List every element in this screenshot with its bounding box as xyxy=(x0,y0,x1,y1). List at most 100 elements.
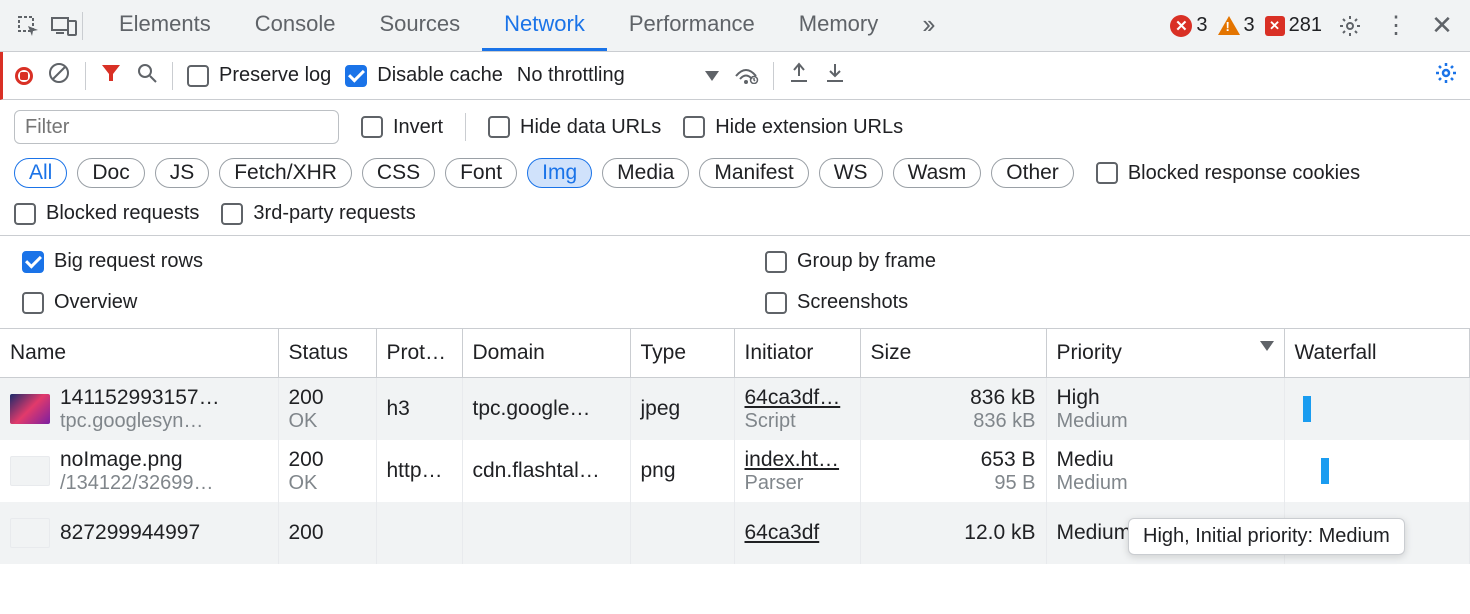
network-toolbar: Preserve log Disable cache No throttling xyxy=(0,52,1470,100)
cell-size: 653 B95 B xyxy=(860,440,1046,502)
col-protocol[interactable]: Prot… xyxy=(376,329,462,378)
cell-initiator: 64ca3df xyxy=(734,502,860,564)
throttling-select[interactable]: No throttling xyxy=(517,64,719,87)
col-type[interactable]: Type xyxy=(630,329,734,378)
cell-status: 200OK xyxy=(278,440,376,502)
tab-sources[interactable]: Sources xyxy=(357,0,482,51)
record-button[interactable] xyxy=(15,67,33,85)
pill-ws[interactable]: WS xyxy=(819,158,883,188)
hide-ext-urls-checkbox[interactable]: Hide extension URLs xyxy=(683,116,903,139)
pill-all[interactable]: All xyxy=(14,158,67,188)
col-priority-label: Priority xyxy=(1057,341,1122,364)
network-settings-icon[interactable] xyxy=(1434,61,1458,91)
devtools-topbar: Elements Console Sources Network Perform… xyxy=(0,0,1470,52)
tab-memory[interactable]: Memory xyxy=(777,0,900,51)
third-party-label: 3rd-party requests xyxy=(253,202,415,225)
tab-console[interactable]: Console xyxy=(233,0,358,51)
cell-type: jpeg xyxy=(630,378,734,441)
error-count[interactable]: ✕3 xyxy=(1170,14,1207,37)
device-toggle-icon[interactable] xyxy=(46,8,82,44)
warning-count[interactable]: 3 xyxy=(1218,14,1255,37)
cell-waterfall xyxy=(1284,440,1470,502)
disable-cache-label: Disable cache xyxy=(377,64,503,87)
cell-status: 200OK xyxy=(278,378,376,441)
cell-domain: tpc.google… xyxy=(462,378,630,441)
pill-css[interactable]: CSS xyxy=(362,158,435,188)
type-filter-pills: All Doc JS Fetch/XHR CSS Font Img Media … xyxy=(14,158,1074,188)
disable-cache-checkbox[interactable]: Disable cache xyxy=(345,64,503,87)
preserve-log-checkbox[interactable]: Preserve log xyxy=(187,64,331,87)
col-status[interactable]: Status xyxy=(278,329,376,378)
col-priority[interactable]: Priority xyxy=(1046,329,1284,378)
screenshots-checkbox[interactable]: Screenshots xyxy=(765,291,1448,314)
pill-manifest[interactable]: Manifest xyxy=(699,158,808,188)
blocked-resp-label: Blocked response cookies xyxy=(1128,162,1360,185)
cell-size: 836 kB836 kB xyxy=(860,378,1046,441)
col-waterfall[interactable]: Waterfall xyxy=(1284,329,1470,378)
overview-checkbox[interactable]: Overview xyxy=(22,291,705,314)
third-party-checkbox[interactable]: 3rd-party requests xyxy=(221,202,415,225)
table-row[interactable]: 141152993157…tpc.googlesyn… 200OK h3 tpc… xyxy=(0,378,1470,441)
preserve-log-label: Preserve log xyxy=(219,64,331,87)
cell-domain xyxy=(462,502,630,564)
network-conditions-icon[interactable] xyxy=(733,62,759,90)
col-size[interactable]: Size xyxy=(860,329,1046,378)
big-rows-checkbox[interactable]: Big request rows xyxy=(22,250,705,273)
blocked-resp-checkbox[interactable]: Blocked response cookies xyxy=(1096,162,1360,185)
hide-data-urls-checkbox[interactable]: Hide data URLs xyxy=(488,116,661,139)
tab-more[interactable]: ›› xyxy=(900,0,953,51)
clear-icon[interactable] xyxy=(47,61,71,91)
pill-other[interactable]: Other xyxy=(991,158,1074,188)
table-row[interactable]: noImage.png/134122/32699… 200OK http… cd… xyxy=(0,440,1470,502)
col-domain[interactable]: Domain xyxy=(462,329,630,378)
divider xyxy=(465,113,466,141)
tab-performance[interactable]: Performance xyxy=(607,0,777,51)
blocked-req-label: Blocked requests xyxy=(46,202,199,225)
col-initiator[interactable]: Initiator xyxy=(734,329,860,378)
cell-name: 141152993157…tpc.googlesyn… xyxy=(0,378,278,441)
chevron-down-icon xyxy=(705,71,719,81)
cell-protocol xyxy=(376,502,462,564)
pill-wasm[interactable]: Wasm xyxy=(893,158,982,188)
cell-initiator: 64ca3df…Script xyxy=(734,378,860,441)
export-har-icon[interactable] xyxy=(788,62,810,90)
cell-protocol: http… xyxy=(376,440,462,502)
divider xyxy=(172,62,173,90)
filter-input[interactable] xyxy=(14,110,339,144)
error-count-value: 3 xyxy=(1196,14,1207,37)
tab-elements[interactable]: Elements xyxy=(97,0,233,51)
pill-doc[interactable]: Doc xyxy=(77,158,144,188)
inspect-icon[interactable] xyxy=(10,8,46,44)
hide-data-urls-label: Hide data URLs xyxy=(520,116,661,139)
close-icon[interactable]: ✕ xyxy=(1424,8,1460,44)
cell-name: noImage.png/134122/32699… xyxy=(0,440,278,502)
cell-status: 200 xyxy=(278,502,376,564)
request-thumbnail xyxy=(10,518,50,548)
pill-img[interactable]: Img xyxy=(527,158,592,188)
col-name[interactable]: Name xyxy=(0,329,278,378)
topbar-right: ✕3 3 ✕281 ⋮ ✕ xyxy=(1170,8,1460,44)
cell-waterfall xyxy=(1284,378,1470,441)
cell-name: 827299944997 xyxy=(0,502,278,564)
import-har-icon[interactable] xyxy=(824,62,846,90)
settings-icon[interactable] xyxy=(1332,8,1368,44)
invert-checkbox[interactable]: Invert xyxy=(361,116,443,139)
pill-media[interactable]: Media xyxy=(602,158,689,188)
table-header-row: Name Status Prot… Domain Type Initiator … xyxy=(0,329,1470,378)
search-icon[interactable] xyxy=(136,62,158,90)
overview-label: Overview xyxy=(54,291,137,314)
kebab-menu-icon[interactable]: ⋮ xyxy=(1378,8,1414,44)
issue-count-value: 281 xyxy=(1289,14,1322,37)
cell-type: png xyxy=(630,440,734,502)
blocked-req-checkbox[interactable]: Blocked requests xyxy=(14,202,199,225)
pill-font[interactable]: Font xyxy=(445,158,517,188)
divider xyxy=(773,62,774,90)
pill-js[interactable]: JS xyxy=(155,158,210,188)
pill-fetch[interactable]: Fetch/XHR xyxy=(219,158,352,188)
tab-network[interactable]: Network xyxy=(482,0,607,51)
big-rows-label: Big request rows xyxy=(54,250,203,273)
sort-desc-icon xyxy=(1260,341,1274,351)
group-frame-checkbox[interactable]: Group by frame xyxy=(765,250,1448,273)
issue-count[interactable]: ✕281 xyxy=(1265,14,1322,37)
filter-toggle-icon[interactable] xyxy=(100,62,122,90)
